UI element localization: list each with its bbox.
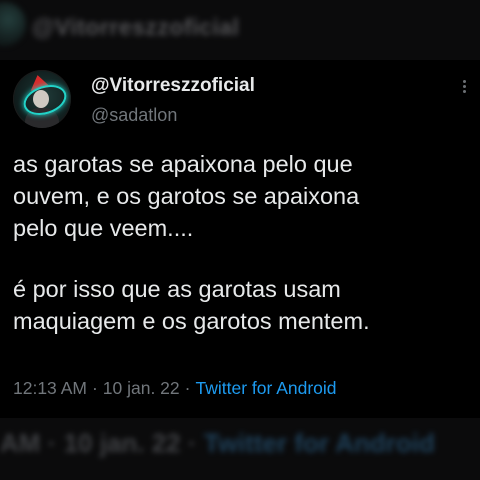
blurred-date: 10 jan. 22 <box>63 428 181 458</box>
screenshot-stage: @Vitorreszzoficial AM · 10 jan. 22 · Twi… <box>0 0 480 480</box>
tweet-text: as garotas se apaixona pelo que ouvem, e… <box>13 148 468 337</box>
blurred-app: Twitter for Android <box>203 428 435 458</box>
tweet-display-name[interactable]: @Vitorreszzoficial <box>91 75 255 97</box>
tweet-time[interactable]: 12:13 AM <box>13 378 87 398</box>
tweet-card: @Vitorreszzoficial @sadatlon as garotas … <box>0 60 480 418</box>
meta-separator: · <box>184 378 191 398</box>
tweet-meta: 12:13 AM · 10 jan. 22 · Twitter for Android <box>13 378 337 399</box>
blurred-time: AM <box>0 428 41 458</box>
blurred-separator: · <box>187 428 197 458</box>
blurred-tweet-meta: AM · 10 jan. 22 · Twitter for Android <box>0 428 435 459</box>
tweet-date[interactable]: 10 jan. 22 <box>103 378 180 398</box>
blurred-separator: · <box>47 428 57 458</box>
tweet-handle[interactable]: @sadatlon <box>91 105 177 126</box>
tweet-source-app[interactable]: Twitter for Android <box>195 378 336 398</box>
more-options-icon[interactable] <box>461 80 467 96</box>
blurred-avatar <box>0 2 26 46</box>
tweet-paragraph-2: é por isso que as garotas usam maquiagem… <box>13 276 370 334</box>
tweet-paragraph-1: as garotas se apaixona pelo que ouvem, e… <box>13 151 360 241</box>
blurred-display-name: @Vitorreszzoficial <box>32 14 240 40</box>
profile-avatar[interactable] <box>13 70 71 128</box>
meta-separator: · <box>91 378 98 398</box>
